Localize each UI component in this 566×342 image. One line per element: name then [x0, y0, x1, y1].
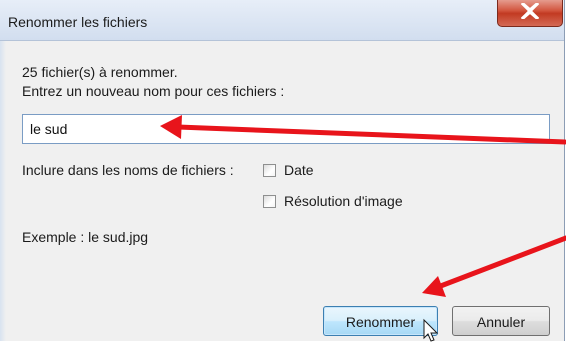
- cancel-button[interactable]: Annuler: [452, 306, 550, 336]
- rename-button[interactable]: Renommer: [323, 306, 438, 336]
- prompt-text: Entrez un nouveau nom pour ces fichiers …: [22, 83, 285, 99]
- file-count-text: 25 fichier(s) à renommer.: [22, 64, 178, 80]
- rename-dialog: Renommer les fichiers 25 fichier(s) à re…: [0, 0, 565, 341]
- example-text: Exemple : le sud.jpg: [22, 229, 149, 245]
- new-name-input[interactable]: [22, 114, 550, 144]
- include-label: Inclure dans les noms de fichiers :: [22, 162, 234, 178]
- date-label: Date: [284, 162, 314, 178]
- resolution-label: Résolution d'image: [284, 193, 403, 209]
- close-x-icon: [521, 3, 539, 19]
- date-checkbox[interactable]: [263, 164, 276, 177]
- window-title: Renommer les fichiers: [8, 14, 148, 30]
- window-edge-shade: [0, 41, 6, 341]
- close-button[interactable]: [497, 0, 563, 27]
- resolution-checkbox[interactable]: [263, 195, 276, 208]
- title-bar: Renommer les fichiers: [0, 0, 564, 41]
